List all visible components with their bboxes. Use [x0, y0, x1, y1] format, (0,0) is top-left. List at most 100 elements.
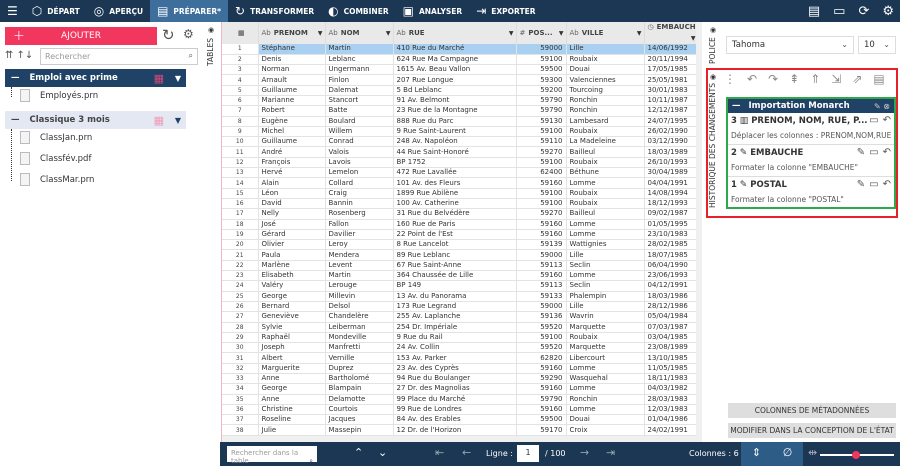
table-cell[interactable]: Lomme	[566, 404, 645, 416]
row-number[interactable]: 19	[222, 229, 259, 241]
table-cell[interactable]: 59290	[516, 373, 567, 385]
table-cell[interactable]: Croix	[566, 424, 645, 436]
table-cell[interactable]: 04/03/1982	[644, 383, 699, 395]
column-header-prenom[interactable]: Ab PRENOM ▼	[258, 22, 326, 44]
table-row[interactable]: 3 Norman Ungermann 1615 Av. Beau Vallon 5950…	[222, 64, 699, 76]
table-cell[interactable]: Wattignies	[566, 239, 645, 251]
table-cell[interactable]: 624 Rue Ma Campagne	[393, 54, 517, 66]
table-cell[interactable]: 59160	[516, 363, 567, 375]
table-cell[interactable]: Levent	[325, 260, 394, 272]
collapse-icon[interactable]: —	[11, 73, 20, 83]
edit-icon[interactable]: ✎	[857, 147, 865, 158]
script-icon[interactable]: ▤	[873, 72, 884, 86]
table-cell[interactable]: 9 Rue Saint-Laurent	[393, 126, 517, 138]
table-row[interactable]: 35 Anne Delamotte 99 Place du Marché 59790 Ro…	[222, 394, 699, 405]
table-cell[interactable]: 59520	[516, 322, 567, 333]
table-row[interactable]: 23 Elisabeth Martin 364 Chaussée de Lille 59…	[222, 270, 699, 282]
table-cell[interactable]: Bernard	[258, 301, 326, 313]
table-cell[interactable]: 59200	[516, 85, 567, 96]
table-cell[interactable]: Blampain	[325, 383, 394, 395]
row-number[interactable]: 3	[222, 64, 259, 76]
table-cell[interactable]: Sylvie	[258, 322, 326, 333]
row-number[interactable]: 1	[222, 44, 259, 55]
table-cell[interactable]: 09/02/1987	[644, 208, 699, 220]
table-cell[interactable]: Eugène	[258, 116, 326, 127]
table-cell[interactable]: 59136	[516, 311, 567, 323]
table-row[interactable]: 9 Michel Willem 9 Rue Saint-Laurent 59100 Rou…	[222, 126, 699, 138]
tab-exporter[interactable]: ⇥ EXPORTER	[469, 0, 542, 22]
move-up-icon[interactable]: ⇞	[789, 72, 799, 86]
table-cell[interactable]: 01/05/1995	[644, 219, 699, 230]
row-number[interactable]: 25	[222, 291, 259, 302]
table-row[interactable]: 22 Marlène Levent 67 Rue Saint-Anne 59113 Sec…	[222, 260, 699, 272]
column-header-rue[interactable]: Ab RUE ▼	[393, 22, 517, 44]
row-number[interactable]: 8	[222, 116, 259, 127]
table-cell[interactable]: Roubaix	[566, 126, 645, 138]
table-cell[interactable]: 1615 Av. Beau Vallon	[393, 64, 517, 76]
table-cell[interactable]: 59790	[516, 394, 567, 405]
table-cell[interactable]: Massepin	[325, 424, 394, 436]
table-cell[interactable]: 255 Av. Laplanche	[393, 311, 517, 323]
table-cell[interactable]: 03/12/1990	[644, 136, 699, 148]
row-number[interactable]: 2	[222, 54, 259, 66]
table-cell[interactable]: Marquette	[566, 342, 645, 354]
table-cell[interactable]: Jacques	[325, 414, 394, 426]
column-header-pos[interactable]: # POS... ▼	[516, 22, 567, 44]
row-number[interactable]: 34	[222, 383, 259, 395]
table-cell[interactable]: André	[258, 146, 326, 158]
row-number[interactable]: 27	[222, 311, 259, 323]
zoom-slider-knob[interactable]	[851, 451, 860, 459]
caret-down-icon[interactable]: ▼	[175, 74, 181, 83]
table-cell[interactable]: Guillaume	[258, 136, 326, 148]
row-number[interactable]: 38	[222, 424, 259, 436]
table-cell[interactable]: Lerouge	[325, 280, 394, 292]
table-row[interactable]: 8 Eugène Boulard 888 Rue du Parc 59130 Lambes…	[222, 116, 699, 127]
table-cell[interactable]: 23 Rue de la Montagne	[393, 105, 517, 117]
table-cell[interactable]: 11/05/1985	[644, 363, 699, 375]
table-cell[interactable]: Robert	[258, 105, 326, 117]
row-number[interactable]: 11	[222, 146, 259, 158]
file-item[interactable]: ClassJan.prn	[20, 131, 92, 144]
table-cell[interactable]: Libercourt	[566, 352, 645, 364]
table-row[interactable]: 37 Roseline Jacques 84 Av. des Erables 59500…	[222, 414, 699, 426]
table-cell[interactable]: 30/04/1989	[644, 167, 699, 179]
table-row[interactable]: 1 Stéphane Martin 410 Rue du Marché 59000 Lil…	[222, 44, 699, 55]
table-cell[interactable]: 9 Rue du Rail	[393, 332, 517, 344]
table-cell[interactable]: Rosenberg	[325, 208, 394, 220]
table-cell[interactable]: 14/06/1992	[644, 44, 699, 55]
previous-row-icon[interactable]: ←	[462, 446, 471, 459]
table-cell[interactable]: Leroy	[325, 239, 394, 251]
table-cell[interactable]: Raphaël	[258, 332, 326, 344]
next-match-icon[interactable]: ⌄	[378, 446, 387, 459]
table-cell[interactable]: Douai	[566, 64, 645, 76]
table-cell[interactable]: Roubaix	[566, 198, 645, 210]
table-cell[interactable]: Vernille	[325, 352, 394, 364]
table-cell[interactable]: 13 Av. du Panorama	[393, 291, 517, 302]
table-cell[interactable]: Manfretti	[325, 342, 394, 354]
table-cell[interactable]: 23/06/1993	[644, 270, 699, 282]
table-row[interactable]: 14 Alain Collard 101 Av. des Fleurs 59160 Lom…	[222, 177, 699, 189]
table-cell[interactable]: 1899 Rue Abilène	[393, 188, 517, 199]
table-cell[interactable]: 410 Rue du Marché	[393, 44, 517, 55]
add-button[interactable]: + AJOUTER	[5, 27, 157, 45]
table-cell[interactable]: BP 149	[393, 280, 517, 292]
table-cell[interactable]: 67 Rue Saint-Anne	[393, 260, 517, 272]
pin-icon[interactable]: ◉	[710, 26, 716, 34]
group-classique-3-mois[interactable]: — Classique 3 mois ▦ ▼	[5, 111, 186, 129]
row-number[interactable]: 28	[222, 322, 259, 333]
row-number[interactable]: 5	[222, 85, 259, 96]
row-number[interactable]: 33	[222, 373, 259, 385]
table-cell[interactable]: 59790	[516, 105, 567, 117]
table-cell[interactable]: Delsol	[325, 301, 394, 313]
table-cell[interactable]: Alain	[258, 177, 326, 189]
table-cell[interactable]: Ungermann	[325, 64, 394, 76]
table-row[interactable]: 28 Sylvie Leiberman 254 Dr. Impériale 59520 M…	[222, 322, 699, 333]
tab-apercu[interactable]: ◎ APERÇU	[87, 0, 150, 22]
filter-dropdown-icon[interactable]: ▼	[637, 28, 642, 39]
font-size-select[interactable]: 10 ⌄	[858, 36, 896, 54]
table-row[interactable]: 13 Hervé Lemelon 472 Rue Lavallée 62400 Béthu…	[222, 167, 699, 179]
table-cell[interactable]: 59160	[516, 404, 567, 416]
table-row[interactable]: 6 Marianne Stancort 91 Av. Belmont 59790 Ronc…	[222, 95, 699, 107]
row-number[interactable]: 14	[222, 177, 259, 189]
table-cell[interactable]: Lomme	[566, 363, 645, 375]
